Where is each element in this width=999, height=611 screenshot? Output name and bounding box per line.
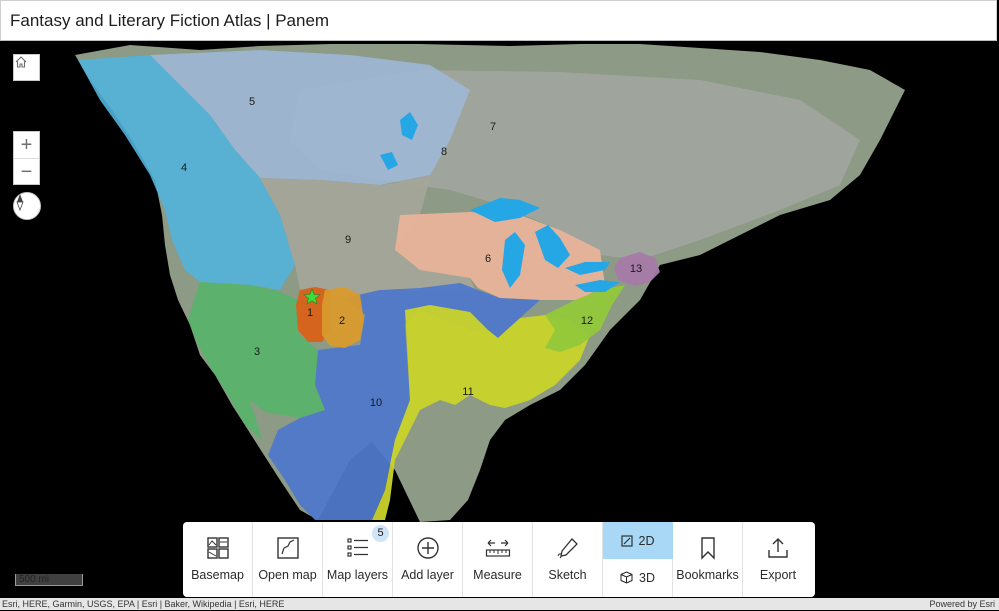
district-8-label: 8 (441, 146, 447, 158)
district-7-label: 7 (490, 121, 496, 133)
app-title: Fantasy and Literary Fiction Atlas | Pan… (10, 11, 330, 30)
view-2d-label: 2D (638, 533, 655, 548)
sketch-button[interactable]: Sketch (533, 522, 603, 597)
3d-cube-icon (620, 571, 633, 584)
attribution-text[interactable]: Esri, HERE, Garmin, USGS, EPA | Esri | B… (2, 598, 284, 611)
map-layers-icon (346, 538, 368, 557)
district-6-label: 6 (485, 253, 491, 265)
measure-label: Measure (473, 568, 522, 582)
district-1-label: 1 (307, 307, 313, 319)
2d-icon (620, 534, 633, 547)
app-header: Fantasy and Literary Fiction Atlas | Pan… (0, 0, 997, 41)
district-2-label: 2 (339, 315, 345, 327)
export-button[interactable]: Export (743, 522, 813, 597)
district-12-label: 12 (581, 315, 593, 327)
map-layers-label: Map layers (326, 568, 389, 582)
export-label: Export (759, 568, 797, 582)
district-3-label: 3 (254, 346, 260, 358)
scale-bar: 500 mi (15, 574, 83, 586)
powered-by-esri[interactable]: Powered by Esri (929, 598, 995, 611)
open-map-button[interactable]: Open map (253, 522, 323, 597)
sketch-label: Sketch (548, 568, 587, 582)
home-icon (15, 56, 27, 68)
bookmark-icon (700, 537, 715, 560)
layers-count-badge: 5 (372, 525, 389, 542)
zoom-controls: + − (13, 131, 40, 185)
district-4-label: 4 (181, 162, 187, 174)
zoom-out-button[interactable]: − (14, 159, 39, 185)
bottom-toolbar: Basemap Open map 5 Map layers Add layer … (183, 522, 815, 597)
view-3d-label: 3D (639, 570, 655, 585)
view-3d-button[interactable]: 3D (603, 559, 673, 596)
measure-icon (485, 539, 510, 557)
map-layers-button[interactable]: 5 Map layers (323, 522, 393, 597)
add-layer-button[interactable]: Add layer (393, 522, 463, 597)
district-10-label: 10 (370, 397, 382, 409)
map-view[interactable]: 1 2 3 4 5 6 7 8 9 10 11 12 13 + − 500 mi (0, 42, 999, 598)
measure-button[interactable]: Measure (463, 522, 533, 597)
add-layer-label: Add layer (401, 568, 454, 582)
view-2d-button[interactable]: 2D (602, 522, 673, 559)
view-toggle: 2D 3D (602, 522, 673, 597)
zoom-in-button[interactable]: + (14, 132, 39, 158)
compass-icon (16, 194, 24, 211)
district-13-label: 13 (630, 263, 642, 275)
map-canvas[interactable]: 1 2 3 4 5 6 7 8 9 10 11 12 13 (0, 42, 999, 598)
basemap-button[interactable]: Basemap (183, 522, 253, 597)
basemap-icon (206, 537, 229, 559)
district-9-label: 9 (345, 234, 351, 246)
district-5-label: 5 (249, 96, 255, 108)
open-map-label: Open map (258, 568, 317, 582)
home-button[interactable] (13, 54, 40, 81)
open-map-icon (276, 537, 299, 559)
basemap-label: Basemap (191, 568, 244, 582)
sketch-icon (557, 538, 578, 559)
bookmarks-button[interactable]: Bookmarks (673, 522, 743, 597)
bookmarks-label: Bookmarks (676, 568, 739, 582)
attribution-bar: Esri, HERE, Garmin, USGS, EPA | Esri | B… (0, 598, 999, 610)
add-layer-icon (416, 537, 439, 559)
compass-button[interactable] (13, 192, 41, 220)
district-11-label: 11 (462, 386, 473, 398)
export-icon (768, 538, 788, 558)
